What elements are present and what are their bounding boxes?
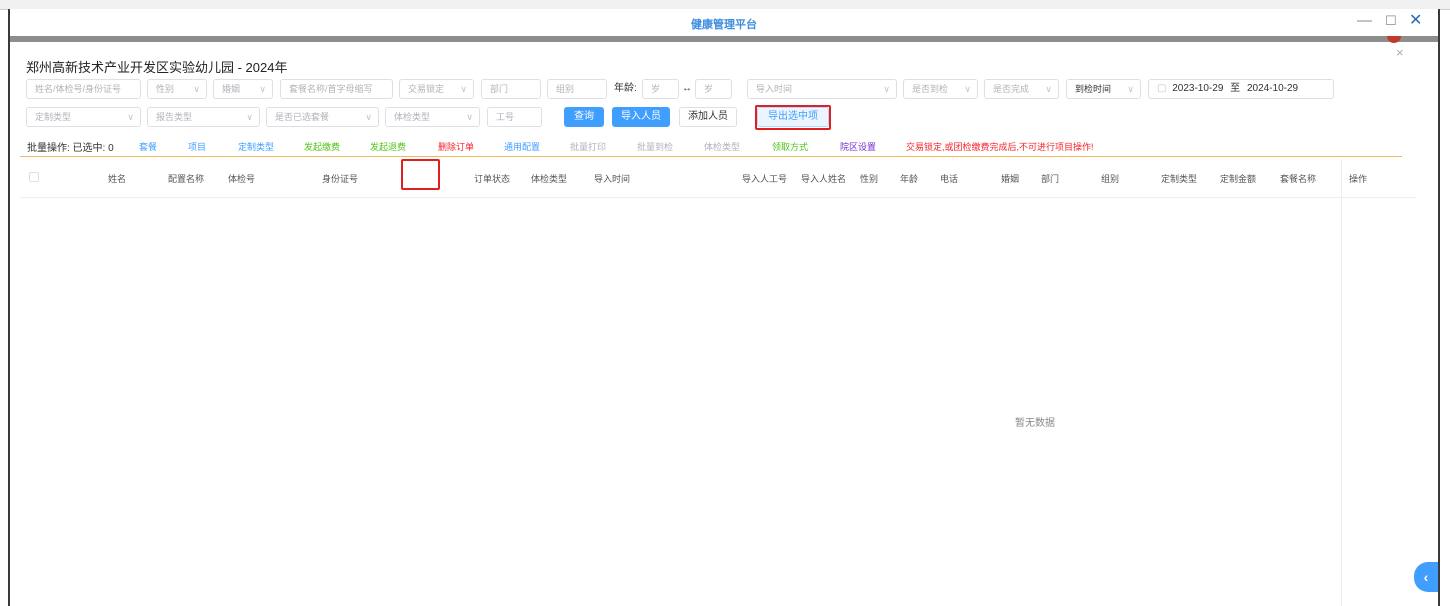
import-time-select[interactable]: 导入时间 ∨ [747,79,897,99]
highlight-box-export [755,105,831,130]
check-time-select[interactable]: 到检时间 ∨ [1066,79,1141,99]
chevron-down-icon: ∨ [964,84,971,94]
column-header-id-number[interactable]: 身份证号 [322,172,358,185]
column-header-age[interactable]: 年龄 [900,172,918,185]
gender-select[interactable]: 性别 ∨ [147,79,207,99]
maximize-icon[interactable]: ☐ [1385,12,1397,30]
custom-type-select[interactable]: 定制类型 ∨ [26,107,141,127]
batch-initiate-refund-link[interactable]: 发起退费 [370,140,406,153]
column-header-gender[interactable]: 性别 [860,172,878,185]
column-header-name[interactable]: 姓名 [108,172,126,185]
chevron-down-icon: ∨ [1127,84,1134,94]
age-from-input[interactable]: 岁 [642,79,679,99]
table-header: 姓名 配置名称 体检号 身份证号 订单状态 体检类型 导入时间 导入人工号 导入… [20,159,1416,198]
chevron-down-icon: ∨ [1045,84,1052,94]
column-header-custom-amount[interactable]: 定制金额 [1220,172,1256,185]
select-all-checkbox[interactable] [29,172,39,182]
column-header-importer-id[interactable]: 导入人工号 [742,172,787,185]
add-personnel-button[interactable]: 添加人员 [679,107,737,127]
title-bar: 健康管理平台 — ☐ ✕ [10,9,1438,37]
report-type-select[interactable]: 报告类型 ∨ [147,107,260,127]
actions-column-separator [1341,159,1342,606]
chevron-down-icon: ∨ [246,112,253,122]
column-header-exam-type[interactable]: 体检类型 [531,172,567,185]
column-header-phone[interactable]: 电话 [940,172,958,185]
employee-no-input[interactable]: 工号 [487,107,542,127]
batch-exam-type-link[interactable]: 体检类型 [704,140,740,153]
batch-pickup-method-link[interactable]: 领取方式 [772,140,808,153]
collapse-panel-button[interactable]: ‹ [1414,562,1438,592]
batch-selection-count: 批量操作: 已选中: 0 [27,143,114,154]
close-icon[interactable]: ✕ [1409,12,1422,30]
batch-arrival-link[interactable]: 批量到检 [637,140,673,153]
column-header-config-name[interactable]: 配置名称 [168,172,204,185]
chevron-down-icon: ∨ [193,84,200,94]
page-title: 郑州高新技术产业开发区实验幼儿园 - 2024年 [26,60,288,75]
age-label: 年龄: [614,83,637,94]
column-header-import-time[interactable]: 导入时间 [594,172,630,185]
department-input[interactable]: 部门 [481,79,541,99]
chevron-down-icon: ∨ [127,112,134,122]
calendar-icon: ▢ [1157,83,1167,94]
column-header-package-name[interactable]: 套餐名称 [1280,172,1316,185]
batch-general-config-link[interactable]: 通用配置 [504,140,540,153]
column-header-order-status[interactable]: 订单状态 [474,172,510,185]
column-header-actions: 操作 [1349,174,1368,184]
package-input[interactable]: 套餐名称/首字母缩写 [280,79,393,99]
package-selected-select[interactable]: 是否已选套餐 ∨ [266,107,379,127]
column-header-custom-type[interactable]: 定制类型 [1161,172,1197,185]
exam-type-select[interactable]: 体检类型 ∨ [385,107,480,127]
chevron-down-icon: ∨ [460,84,467,94]
date-end: 2024-10-29 [1246,83,1299,94]
chevron-down-icon: ∨ [883,84,890,94]
window-title: 健康管理平台 [691,19,757,31]
empty-state-text: 暂无数据 [1015,418,1055,429]
batch-initiate-payment-link[interactable]: 发起缴费 [304,140,340,153]
highlight-box-column [401,159,440,190]
age-to-input[interactable]: 岁 [695,79,732,99]
date-range-separator: 至 [1230,83,1241,94]
date-start: 2023-10-29 [1172,83,1224,94]
batch-custom-type-link[interactable]: 定制类型 [238,140,274,153]
batch-warning-text: 交易锁定,或团检缴费完成后,不可进行项目操作! [906,142,1094,152]
age-range-separator: ↔ [682,83,692,94]
batch-package-link[interactable]: 套餐 [139,140,157,153]
import-personnel-button[interactable]: 导入人员 [612,107,670,127]
column-header-exam-no[interactable]: 体检号 [228,172,255,185]
arrived-select[interactable]: 是否到检 ∨ [903,79,978,99]
batch-operations-bar: 批量操作: 已选中: 0 套餐 项目 定制类型 发起缴费 发起退费 删除订单 通… [20,136,1402,157]
minimize-icon[interactable]: — [1357,12,1372,30]
chevron-down-icon: ∨ [466,112,473,122]
toolbar-divider [10,36,1438,42]
batch-delete-order-link[interactable]: 删除订单 [438,140,474,153]
batch-print-link[interactable]: 批量打印 [570,140,606,153]
column-header-group[interactable]: 组别 [1101,172,1119,185]
batch-items-link[interactable]: 项目 [188,140,206,153]
marriage-select[interactable]: 婚姻 ∨ [213,79,273,99]
column-header-marriage[interactable]: 婚姻 [1001,172,1019,185]
completed-select[interactable]: 是否完成 ∨ [984,79,1059,99]
date-range-picker[interactable]: ▢ 2023-10-29 至 2024-10-29 [1148,79,1334,99]
app-window: 健康管理平台 — ☐ ✕ × 郑州高新技术产业开发区实验幼儿园 - 2024年 … [8,9,1440,606]
chevron-down-icon: ∨ [259,84,266,94]
column-header-importer-name[interactable]: 导入人姓名 [801,172,846,185]
batch-campus-settings-link[interactable]: 院区设置 [840,140,876,153]
name-idcard-input[interactable]: 姓名/体检号/身份证号 [26,79,141,99]
column-header-department[interactable]: 部门 [1041,172,1059,185]
dialog-close-icon[interactable]: × [1396,45,1404,60]
query-button[interactable]: 查询 [564,107,604,127]
group-input[interactable]: 组别 [547,79,607,99]
chevron-down-icon: ∨ [365,112,372,122]
trade-lock-select[interactable]: 交易锁定 ∨ [399,79,474,99]
